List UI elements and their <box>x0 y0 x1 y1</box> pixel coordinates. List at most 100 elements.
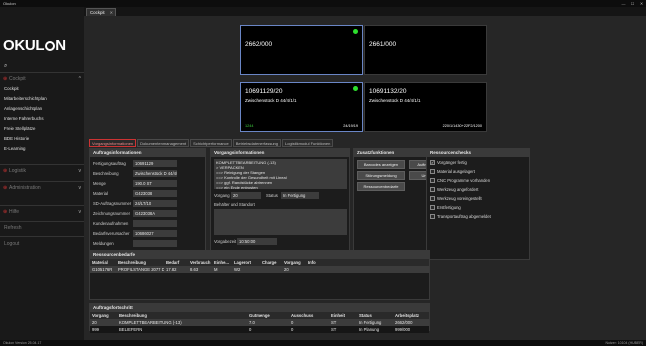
table-cell: ST <box>331 327 337 332</box>
tab-logistikmodul[interactable]: Logistikmodul Funktionen <box>282 139 334 147</box>
column-header[interactable]: Einheit <box>329 313 357 318</box>
field-kundenaufnahmen: Kundenaufnahmen <box>93 220 177 227</box>
table-cell: G105176R <box>92 267 113 272</box>
nav-item-elearning[interactable]: E-Learning <box>4 146 25 151</box>
column-header[interactable]: Vorgang <box>90 313 117 318</box>
table-cell: In Planung <box>359 327 380 332</box>
field-value: 24/LT/10 <box>133 200 177 207</box>
logout-link[interactable]: Logout <box>4 241 19 247</box>
tab-vorgangsinformationen[interactable]: Vorgangsinformationen <box>89 139 137 147</box>
vorgangsinformationen-panel: Vorgangsinformationen KOMPLETTBEARBEITUN… <box>210 148 350 260</box>
tab-betriebsdatenerfassung[interactable]: Betriebsdatenerfassung <box>232 139 281 147</box>
field-label: Meldungen <box>93 241 114 246</box>
field-label: SD-Auftragsnummer <box>93 201 132 206</box>
auftragsinformationen-panel: Auftragsinformationen Fertigungsauftrag 1… <box>89 148 206 260</box>
status-value: In Fertigung <box>281 192 319 199</box>
app-title: Okulon <box>3 1 16 6</box>
checkbox[interactable] <box>430 169 435 174</box>
search-icon[interactable]: ⌕ <box>4 63 7 70</box>
workplace-number: 2661/000 <box>369 41 397 48</box>
document-tab-strip: Cockpit ✕ <box>84 7 646 16</box>
column-header[interactable]: Vorgang <box>282 260 306 265</box>
nav-item-fahrerbuchs[interactable]: Interne Fahrerbuchs <box>4 116 44 121</box>
check-werkzeug-voreingestellt[interactable]: Werkzeug voreingestellt <box>430 196 482 201</box>
column-header[interactable]: Arbeitsplatz <box>393 313 429 318</box>
table-cell: W2 <box>234 267 241 272</box>
nav-section-label: Hilfe <box>9 209 20 215</box>
check-cnc[interactable]: CNC Programme vorhanden <box>430 178 490 183</box>
checkbox[interactable] <box>430 187 435 192</box>
column-header[interactable]: Material <box>90 260 116 265</box>
column-header[interactable]: Charge <box>260 260 282 265</box>
table-row[interactable]: G105176R PROFILSTANGE 2077 D... 17.82 8.… <box>90 266 429 273</box>
nav-item-stellplaetze[interactable]: Freie Stellplätze <box>4 126 35 131</box>
column-header[interactable]: Lagerort <box>232 260 260 265</box>
field-value: G423038A <box>133 210 177 217</box>
check-label: CNC Programme vorhanden <box>437 178 491 183</box>
behaelter-label: Behälter und Standort <box>214 202 255 207</box>
nav-item-anlagenschichtplan[interactable]: Anlagenschichtplan <box>4 106 42 111</box>
check-transportauftrag[interactable]: Transportauftrag abgemeldet <box>430 214 491 219</box>
column-header[interactable]: Verbrauch <box>188 260 212 265</box>
table-cell: 17.82 <box>166 267 177 272</box>
checkbox[interactable] <box>430 196 435 201</box>
divider <box>0 72 84 73</box>
workplace-card-2661[interactable]: 2661/000 <box>364 25 487 75</box>
nav-section-administration[interactable]: ⊕ Administration v <box>3 184 81 192</box>
workplace-card-10691132[interactable]: 10691132/20 Zwischenstück D 44/4/1/1 220… <box>364 82 487 132</box>
nav-section-hilfe[interactable]: ⊕ Hilfe v <box>3 208 81 216</box>
checkbox[interactable]: ✓ <box>430 160 435 165</box>
operation-line: ==> ein Ende entrosten <box>216 185 258 190</box>
status-dot <box>353 86 358 91</box>
checkbox[interactable] <box>430 214 435 219</box>
field-label: Bedarfsverursacher <box>93 231 130 236</box>
field-label: Beschreibung <box>93 171 119 176</box>
stoerungsmeldung-button[interactable]: Störungsmeldung <box>357 171 405 180</box>
nav-section-cockpit[interactable]: ⊕ Cockpit ^ <box>3 75 81 83</box>
refresh-link[interactable]: Refresh <box>4 225 22 231</box>
ressourcenchecks-panel: Ressourcenchecks ✓ Vorgänger fertig Mater… <box>426 148 530 260</box>
workplace-card-10691129[interactable]: 10691129/20 Zwischenstück D 44/4/1/1 124… <box>240 82 363 132</box>
check-material[interactable]: Material ausgelagert <box>430 169 475 174</box>
column-header[interactable]: Info <box>306 260 326 265</box>
column-header[interactable]: Beschreibung <box>117 313 247 318</box>
tab-cockpit[interactable]: Cockpit ✕ <box>86 8 116 16</box>
maximize-button[interactable]: ☐ <box>628 1 637 6</box>
barcodes-button[interactable]: Barcodes anzeigen <box>357 160 405 169</box>
section-title: Vorgangsinformationen <box>211 149 349 157</box>
column-header[interactable]: Status <box>357 313 393 318</box>
minimize-button[interactable]: — <box>619 1 628 6</box>
checkbox[interactable] <box>430 205 435 210</box>
table-cell: 2662/000 <box>395 320 413 325</box>
column-header[interactable]: Ausschuss <box>289 313 329 318</box>
status-left: Okulon Version 25.04.17 <box>3 341 42 345</box>
check-erstfertigung[interactable]: Erstfertigung <box>430 205 461 210</box>
ressourcenbedarfe-button[interactable]: Ressourcenbedarfe <box>357 182 405 191</box>
column-header[interactable]: Bedarf <box>164 260 188 265</box>
field-label: Fertigungsauftrag <box>93 161 126 166</box>
workplace-right-value: 24/19/19 <box>343 124 358 128</box>
table-cell: 20 <box>92 320 97 325</box>
check-label: Werkzeug voreingestellt <box>437 196 482 201</box>
workplace-card-2662[interactable]: 2662/000 <box>240 25 363 75</box>
close-icon[interactable]: ✕ <box>110 10 115 15</box>
column-header[interactable]: Einhe... <box>212 260 232 265</box>
nav-item-bde-historie[interactable]: BDE Historie <box>4 136 29 141</box>
nav-item-cockpit[interactable]: Cockpit <box>4 86 19 91</box>
operation-text-box[interactable]: KOMPLETTBEARBEITUNG (-13) > VERPACKEN ==… <box>214 159 347 190</box>
column-header[interactable]: Gutmenge <box>247 313 289 318</box>
workplace-number: 10691132/20 <box>369 88 407 95</box>
check-vorgaenger[interactable]: ✓ Vorgänger fertig <box>430 160 467 165</box>
table-row[interactable]: 20 KOMPLETTBEARBEITUNG (-13) 7.0 0 ST In… <box>90 319 429 326</box>
tab-dokumentenmanagement[interactable]: Dokumentenmanagement <box>137 139 190 147</box>
tab-schichtperformance[interactable]: Schichtperformance <box>190 139 232 147</box>
checkbox[interactable] <box>430 178 435 183</box>
close-window-button[interactable]: ✕ <box>637 1 646 6</box>
column-header[interactable]: Beschreibung <box>116 260 164 265</box>
nav-item-mitarbeiterschichtplan[interactable]: Mitarbeiterschichtplan <box>4 96 47 101</box>
title-bar: Okulon — ☐ ✕ <box>0 0 646 7</box>
nav-section-logistik[interactable]: ⊕ Logistik v <box>3 167 81 175</box>
ressourcenbedarfe-table: Ressourcenbedarfe Material Beschreibung … <box>89 250 430 300</box>
table-row[interactable]: 999 BELIEFERN 0 0 ST In Planung 999/000 <box>90 326 429 333</box>
check-werkzeug-angefordert[interactable]: Werkzeug angefordert <box>430 187 478 192</box>
